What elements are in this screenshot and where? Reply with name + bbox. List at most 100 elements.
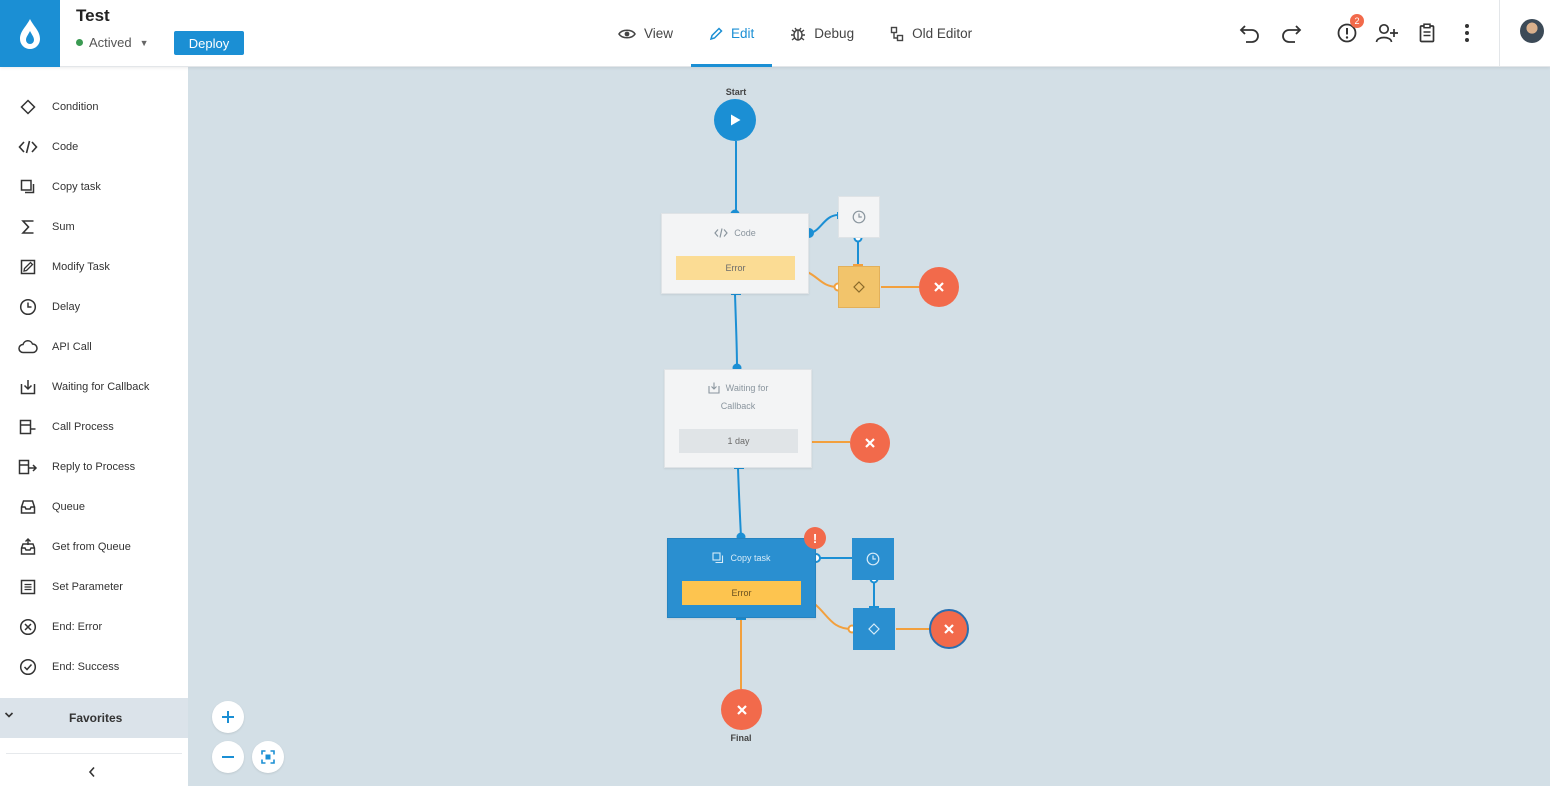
call-process-icon	[19, 419, 36, 435]
favorites-section[interactable]: Favorites	[0, 698, 188, 738]
copy-timer-node[interactable]	[852, 538, 894, 580]
tab-old-editor[interactable]: Old Editor	[872, 0, 990, 67]
collapse-sidebar-button[interactable]	[84, 764, 100, 780]
fit-screen-icon	[261, 750, 275, 764]
warning-badge[interactable]: !	[804, 527, 826, 549]
code-timer-node[interactable]	[838, 196, 880, 238]
sum-icon	[21, 220, 34, 234]
palette-item-condition[interactable]: Condition	[0, 87, 188, 127]
code-end-error-node[interactable]	[919, 267, 959, 307]
start-label: Start	[725, 87, 747, 97]
waiting-callback-node[interactable]: Waiting for Callback 1 day	[664, 369, 812, 468]
palette-item-label: Set Parameter	[52, 581, 123, 593]
reply-process-icon	[18, 459, 38, 475]
add-user-icon	[1375, 23, 1398, 43]
notifications-button[interactable]: 2	[1332, 14, 1364, 48]
palette-item-label: Copy task	[52, 181, 101, 193]
status-dot-icon	[76, 39, 83, 46]
callback-timeout-branch[interactable]: 1 day	[679, 429, 798, 453]
redo-icon	[1282, 25, 1302, 43]
palette-item-label: End: Error	[52, 621, 103, 633]
close-icon	[865, 438, 875, 448]
close-icon	[736, 704, 747, 715]
tab-edit[interactable]: Edit	[691, 0, 773, 67]
add-user-button[interactable]	[1372, 18, 1402, 48]
callback-icon	[20, 380, 36, 395]
palette-item-set-parameter[interactable]: Set Parameter	[0, 567, 188, 607]
palette-item-delay[interactable]: Delay	[0, 287, 188, 327]
fit-to-screen-button[interactable]	[252, 741, 284, 773]
copy-condition-node[interactable]	[853, 608, 895, 650]
palette-item-code[interactable]: Code	[0, 127, 188, 167]
kebab-menu-icon	[1465, 24, 1469, 42]
close-icon	[944, 624, 954, 634]
callback-end-error-node[interactable]	[850, 423, 890, 463]
condition-icon	[868, 623, 880, 635]
clipboard-button[interactable]	[1412, 18, 1442, 48]
plus-icon	[222, 711, 234, 723]
undo-icon	[1239, 25, 1259, 43]
zoom-out-button[interactable]	[212, 741, 244, 773]
element-palette: Condition Code Copy task Sum Modify Task…	[0, 67, 188, 786]
palette-item-end-success[interactable]: End: Success	[0, 647, 188, 687]
palette-item-label: Get from Queue	[52, 541, 131, 553]
palette-item-waiting-for-callback[interactable]: Waiting for Callback	[0, 367, 188, 407]
tab-debug-label: Debug	[814, 26, 855, 41]
sidebar-divider	[6, 753, 182, 754]
undo-button[interactable]	[1235, 18, 1265, 48]
zoom-in-button[interactable]	[212, 701, 244, 733]
palette-item-label: Reply to Process	[52, 461, 136, 473]
palette-item-api-call[interactable]: API Call	[0, 327, 188, 367]
app-logo[interactable]	[0, 0, 60, 67]
process-title[interactable]: Test	[76, 6, 110, 26]
palette-item-label: Modify Task	[52, 261, 110, 273]
palette-item-label: Queue	[52, 501, 86, 513]
more-options-button[interactable]	[1452, 18, 1482, 48]
callback-node-title-line1: Waiting for	[725, 383, 769, 393]
tab-debug[interactable]: Debug	[772, 0, 872, 67]
callback-node-title: Waiting for	[665, 379, 811, 397]
copy-node-title-text: Copy task	[730, 553, 771, 563]
process-canvas[interactable]: Start Code Error Waiting for Callback 1 …	[188, 67, 1550, 786]
final-end-node[interactable]	[721, 689, 762, 730]
clipboard-icon	[1419, 23, 1435, 43]
chevron-left-icon	[88, 766, 95, 778]
palette-item-call-process[interactable]: Call Process	[0, 407, 188, 447]
top-header: Test Actived ▼ Deploy View Edit Debug Ol…	[0, 0, 1550, 67]
tab-view[interactable]: View	[600, 0, 691, 67]
code-condition-node[interactable]	[838, 266, 880, 308]
palette-item-queue[interactable]: Queue	[0, 487, 188, 527]
deploy-button[interactable]: Deploy	[174, 31, 244, 55]
palette-item-reply-to-process[interactable]: Reply to Process	[0, 447, 188, 487]
palette-item-label: Code	[52, 141, 79, 153]
redo-button[interactable]	[1276, 18, 1306, 48]
queue-icon	[20, 500, 36, 514]
palette-item-modify-task[interactable]: Modify Task	[0, 247, 188, 287]
code-node-title-text: Code	[734, 228, 756, 238]
status-dropdown[interactable]: Actived ▼	[76, 35, 149, 50]
palette-item-get-from-queue[interactable]: Get from Queue	[0, 527, 188, 567]
condition-icon	[853, 281, 865, 293]
bug-icon	[791, 27, 806, 41]
avatar[interactable]	[1520, 19, 1544, 43]
start-node[interactable]	[714, 99, 756, 141]
palette-item-copy-task[interactable]: Copy task	[0, 167, 188, 207]
code-error-branch[interactable]: Error	[676, 256, 795, 280]
delay-icon	[19, 298, 37, 316]
palette-item-label: Sum	[52, 221, 75, 233]
tab-edit-label: Edit	[731, 26, 755, 41]
caret-down-icon: ▼	[139, 37, 149, 48]
copy-error-branch[interactable]: Error	[682, 581, 801, 605]
palette-item-sum[interactable]: Sum	[0, 207, 188, 247]
copy-task-node[interactable]: Copy task Error	[667, 538, 816, 618]
copy-node-title: Copy task	[668, 549, 815, 567]
set-parameter-icon	[20, 579, 36, 595]
chevron-down-icon	[4, 712, 14, 718]
code-task-node[interactable]: Code Error	[661, 213, 809, 294]
code-node-title: Code	[662, 224, 808, 242]
copy-end-error-node[interactable]	[929, 609, 969, 649]
end-success-icon	[19, 658, 37, 676]
palette-item-end-error[interactable]: End: Error	[0, 607, 188, 647]
palette-item-label: End: Success	[52, 661, 120, 673]
code-icon	[714, 228, 729, 238]
